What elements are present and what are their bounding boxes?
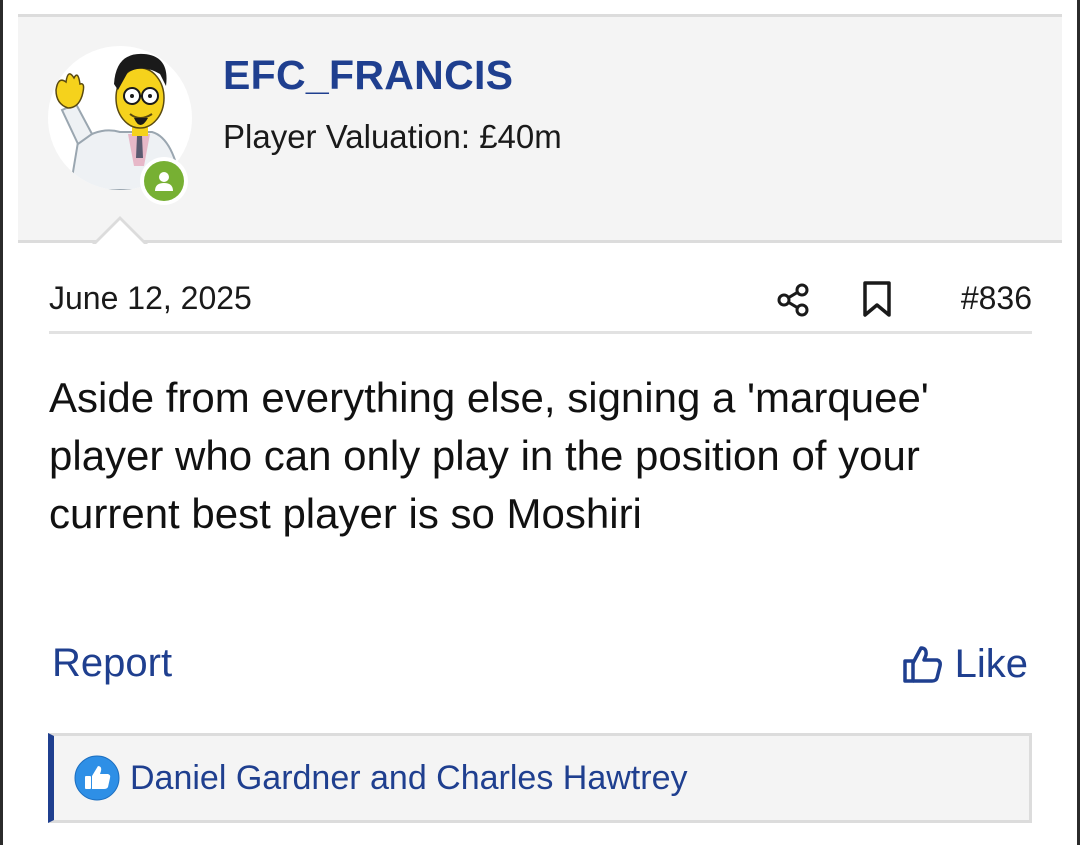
like-button[interactable]: Like [901,641,1028,687]
post-date[interactable]: June 12, 2025 [49,280,252,317]
online-user-icon [144,161,184,201]
share-icon[interactable] [775,281,813,319]
username-link[interactable]: EFC_FRANCIS [223,52,513,99]
like-reaction-icon [74,755,120,801]
bookmark-icon[interactable] [860,280,894,318]
divider [49,331,1032,334]
post-number-link[interactable]: #836 [961,280,1032,317]
reaction-users[interactable]: Daniel Gardner and Charles Hawtrey [130,759,687,798]
thumbs-up-icon [902,646,942,683]
reactions-bar[interactable]: Daniel Gardner and Charles Hawtrey [48,733,1032,823]
online-status-badge [140,157,188,205]
header-pointer-fill [95,220,145,245]
report-link[interactable]: Report [52,641,172,686]
user-title: Player Valuation: £40m [223,118,562,155]
like-label: Like [954,641,1028,686]
post-body: Aside from everything else, signing a 'm… [49,374,929,537]
